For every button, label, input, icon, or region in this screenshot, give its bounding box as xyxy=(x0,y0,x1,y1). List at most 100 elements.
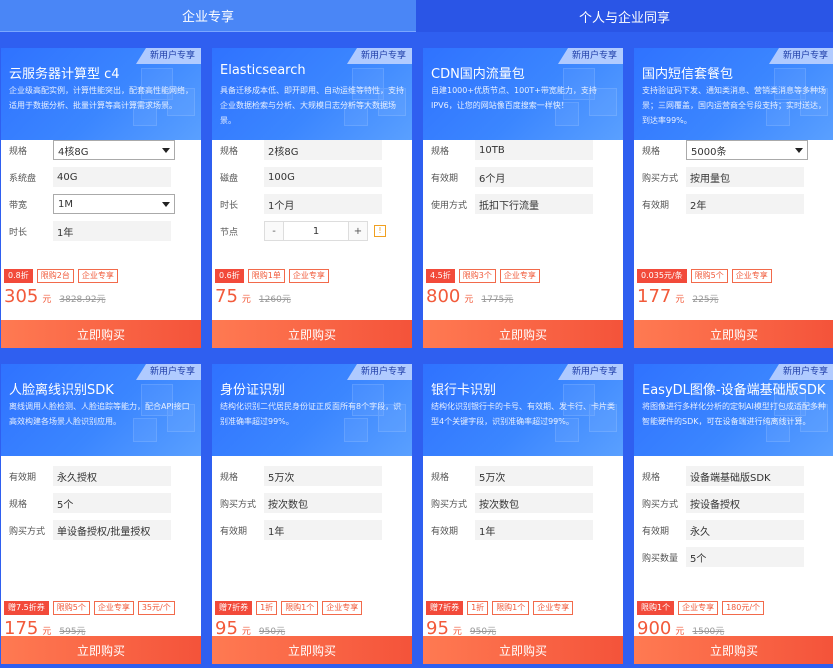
current-price: 75 xyxy=(215,286,238,307)
original-price: 3828.92元 xyxy=(59,295,106,305)
promo-tag: 赠7.5折券 xyxy=(4,601,49,615)
spec-label: 规格 xyxy=(9,146,28,157)
spec-row: 规格 4核8G xyxy=(9,140,175,160)
spec-row: 磁盘 100G xyxy=(220,167,382,187)
buy-now-button[interactable]: 立即购买 xyxy=(634,636,833,664)
promo-tag: 企业专享 xyxy=(499,269,540,283)
promo-tag: 4.5折 xyxy=(426,269,455,283)
spec-label: 磁盘 xyxy=(220,173,239,184)
spec-value: 按次数包 xyxy=(264,493,382,513)
buy-now-button[interactable]: 立即购买 xyxy=(1,636,201,664)
spec-label: 购买方式 xyxy=(431,499,468,510)
card-title: 云服务器计算型 c4 xyxy=(9,67,120,82)
original-price: 225元 xyxy=(692,295,719,305)
spec-label: 购买方式 xyxy=(9,526,46,537)
promo-tag: 0.6折 xyxy=(215,269,244,283)
spec-row: 购买方式 按次数包 xyxy=(220,493,382,513)
promo-tag: 企业专享 xyxy=(731,269,772,283)
spec-value: 按设备授权 xyxy=(686,493,804,513)
spec-label: 系统盘 xyxy=(9,173,37,184)
original-price: 1260元 xyxy=(258,295,291,305)
buy-now-button[interactable]: 立即购买 xyxy=(634,320,833,348)
spec-label: 规格 xyxy=(642,146,661,157)
spec-row: 规格 10TB xyxy=(431,140,593,160)
spec-value: 按用量包 xyxy=(686,167,804,187)
spec-label: 规格 xyxy=(220,146,239,157)
new-user-badge: 新用户专享 xyxy=(557,364,623,380)
card-header: 新用户专享 EasyDL图像-设备端基础版SDK 将图像进行多样化分析的定制AI模型… xyxy=(634,364,833,456)
price-block: 177 元 225元 xyxy=(637,286,719,307)
card-title: EasyDL图像-设备端基础版SDK xyxy=(642,383,826,398)
spec-label: 购买方式 xyxy=(642,499,679,510)
promo-tag: 限购1个 xyxy=(281,601,319,615)
promo-tag: 限购1单 xyxy=(247,269,285,283)
spec-label: 购买方式 xyxy=(642,173,679,184)
spec-select[interactable]: 1M xyxy=(53,194,175,214)
card-header: 新用户专享 身份证识别 结构化识别二代居民身份证正反面所有8个字段，识别准确率超过9… xyxy=(212,364,412,456)
spec-value: 永久 xyxy=(686,520,804,540)
product-card: 新用户专享 银行卡识别 结构化识别银行卡的卡号、有效期、发卡行、卡片类型4个关键字段… xyxy=(423,364,623,664)
increment-button[interactable]: + xyxy=(348,221,368,241)
spec-value: 1年 xyxy=(475,520,593,540)
promo-tags: 赠7折券 1折 限购1个 企业专享 xyxy=(426,601,574,615)
card-title: Elasticsearch xyxy=(220,63,306,78)
promo-tag: 35元/个 xyxy=(137,601,175,615)
card-header: 新用户专享 云服务器计算型 c4 企业级高配实例，计算性能突出，配套高性能网络，适用… xyxy=(1,48,201,140)
spec-value: 设备端基础版SDK xyxy=(686,466,804,486)
spec-label: 有效期 xyxy=(642,200,670,211)
card-title: 银行卡识别 xyxy=(431,383,497,398)
spec-value: 1个月 xyxy=(264,194,382,214)
price-unit: 元 xyxy=(42,295,52,305)
chevron-down-icon xyxy=(162,201,170,207)
promo-tag: 赠7折券 xyxy=(426,601,464,615)
spec-row: 带宽 1M xyxy=(9,194,175,214)
promo-tag: 1折 xyxy=(467,601,489,615)
spec-label: 规格 xyxy=(431,146,450,157)
spec-label: 规格 xyxy=(220,472,239,483)
spec-value: 5个 xyxy=(686,547,804,567)
card-description: 企业级高配实例，计算性能突出，配套高性能网络，适用于数据分析、批量计算等高计算需… xyxy=(9,86,193,110)
product-card: 新用户专享 CDN国内流量包 自建1000+优质节点、100T+带宽能力，支持IPV… xyxy=(423,48,623,348)
card-description: 离线调用人脸检测、人脸追踪等能力，配合API接口高效构建各场景人脸识别应用。 xyxy=(9,402,190,426)
spec-label: 有效期 xyxy=(431,526,459,537)
promo-tag: 限购5个 xyxy=(690,269,728,283)
price-block: 305 元 3828.92元 xyxy=(4,286,106,307)
buy-now-button[interactable]: 立即购买 xyxy=(1,320,201,348)
tab-enterprise-exclusive[interactable]: 企业专享 xyxy=(0,0,416,32)
spec-label: 带宽 xyxy=(9,200,28,211)
promo-tag: 企业专享 xyxy=(678,601,719,615)
buy-now-button[interactable]: 立即购买 xyxy=(423,320,623,348)
product-card: 新用户专享 人脸离线识别SDK 离线调用人脸检测、人脸追踪等能力，配合API接口高效… xyxy=(1,364,201,664)
spec-value: 永久授权 xyxy=(53,466,171,486)
spec-label: 节点 xyxy=(220,227,239,238)
tab-bar: 企业专享 个人与企业同享 xyxy=(0,0,833,32)
price-unit: 元 xyxy=(675,295,685,305)
spec-select[interactable]: 4核8G xyxy=(53,140,175,160)
spec-row: 购买方式 单设备授权/批量授权 xyxy=(9,520,171,540)
promo-tags: 0.035元/条 限购5个 企业专享 xyxy=(637,269,772,283)
spec-row: 有效期 永久 xyxy=(642,520,804,540)
buy-now-button[interactable]: 立即购买 xyxy=(212,636,412,664)
buy-now-button[interactable]: 立即购买 xyxy=(212,320,412,348)
buy-now-button[interactable]: 立即购买 xyxy=(423,636,623,664)
promo-tag: 0.8折 xyxy=(4,269,33,283)
spec-label: 有效期 xyxy=(431,173,459,184)
quantity-stepper: -1 +! xyxy=(264,221,386,241)
warning-icon[interactable]: ! xyxy=(374,225,386,237)
spec-row: 有效期 1年 xyxy=(431,520,593,540)
spec-label: 规格 xyxy=(9,499,28,510)
spec-row: 时长 1年 xyxy=(9,221,171,241)
new-user-badge: 新用户专享 xyxy=(135,364,201,380)
card-description: 将图像进行多样化分析的定制AI模型打包成适配多种智能硬件的SDK，可在设备端进行… xyxy=(642,402,826,426)
quantity-value[interactable]: 1 xyxy=(284,221,348,241)
card-header: 新用户专享 Elasticsearch 具备迁移成本低、即开即用、自动运维等特性，支… xyxy=(212,48,412,140)
tab-personal-and-enterprise[interactable]: 个人与企业同享 xyxy=(416,0,833,32)
spec-row: 节点 -1 +! xyxy=(220,221,386,241)
promo-tags: 4.5折 限购3个 企业专享 xyxy=(426,269,540,283)
card-title: 国内短信套餐包 xyxy=(642,67,734,82)
decrement-button[interactable]: - xyxy=(264,221,284,241)
spec-row: 规格 2核8G xyxy=(220,140,382,160)
card-title: CDN国内流量包 xyxy=(431,67,525,82)
spec-row: 规格 5万次 xyxy=(431,466,593,486)
spec-select[interactable]: 5000条 xyxy=(686,140,808,160)
